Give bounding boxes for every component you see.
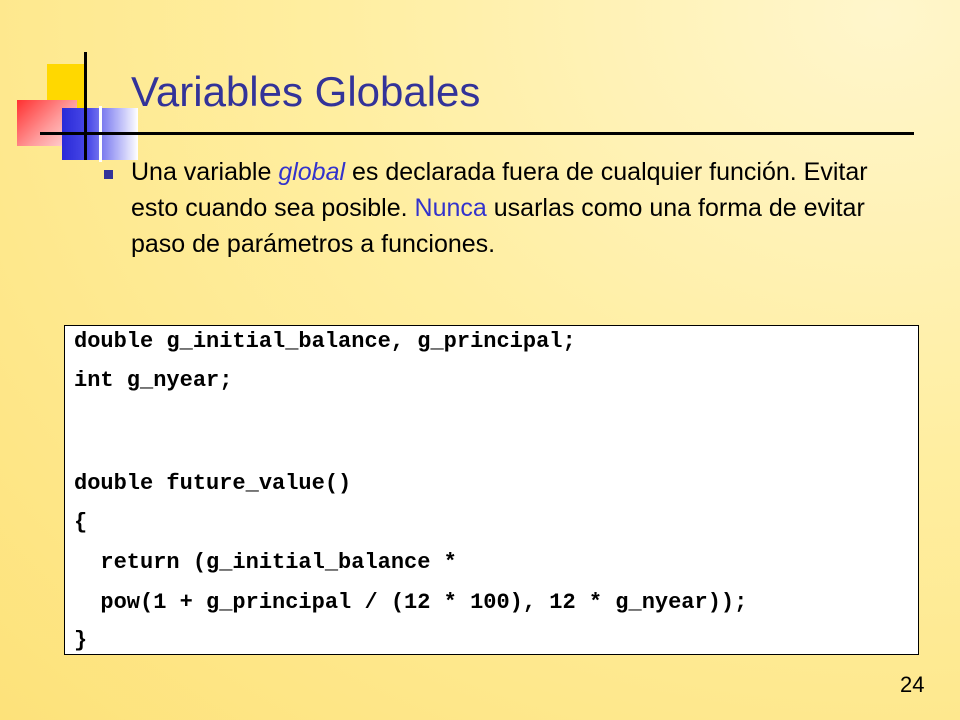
code-block: double g_initial_balance, g_principal; i… (64, 325, 919, 655)
bullet-square-icon (104, 170, 113, 179)
logo-vertical-line (84, 52, 87, 160)
slide-title: Variables Globales (131, 68, 481, 115)
title-underline (40, 132, 914, 135)
bullet-highlight-nunca: Nunca (414, 194, 487, 222)
code-line: pow(1 + g_principal / (12 * 100), 12 * g… (74, 590, 748, 615)
bullet-text-part-1: Una variable (131, 158, 279, 186)
bullet-paragraph: Una variable global es declarada fuera d… (131, 154, 921, 262)
page-number: 24 (900, 672, 925, 697)
bullet-emphasis-global: global (278, 158, 346, 186)
code-line: double g_initial_balance, g_principal; (74, 329, 576, 354)
code-line: int g_nyear; (74, 368, 233, 393)
code-line: return (g_initial_balance * (74, 550, 457, 575)
code-line: } (74, 628, 88, 653)
slide: Variables Globales Una variable global e… (0, 0, 960, 720)
code-line: double future_value() (74, 471, 352, 496)
code-line: { (74, 510, 88, 535)
